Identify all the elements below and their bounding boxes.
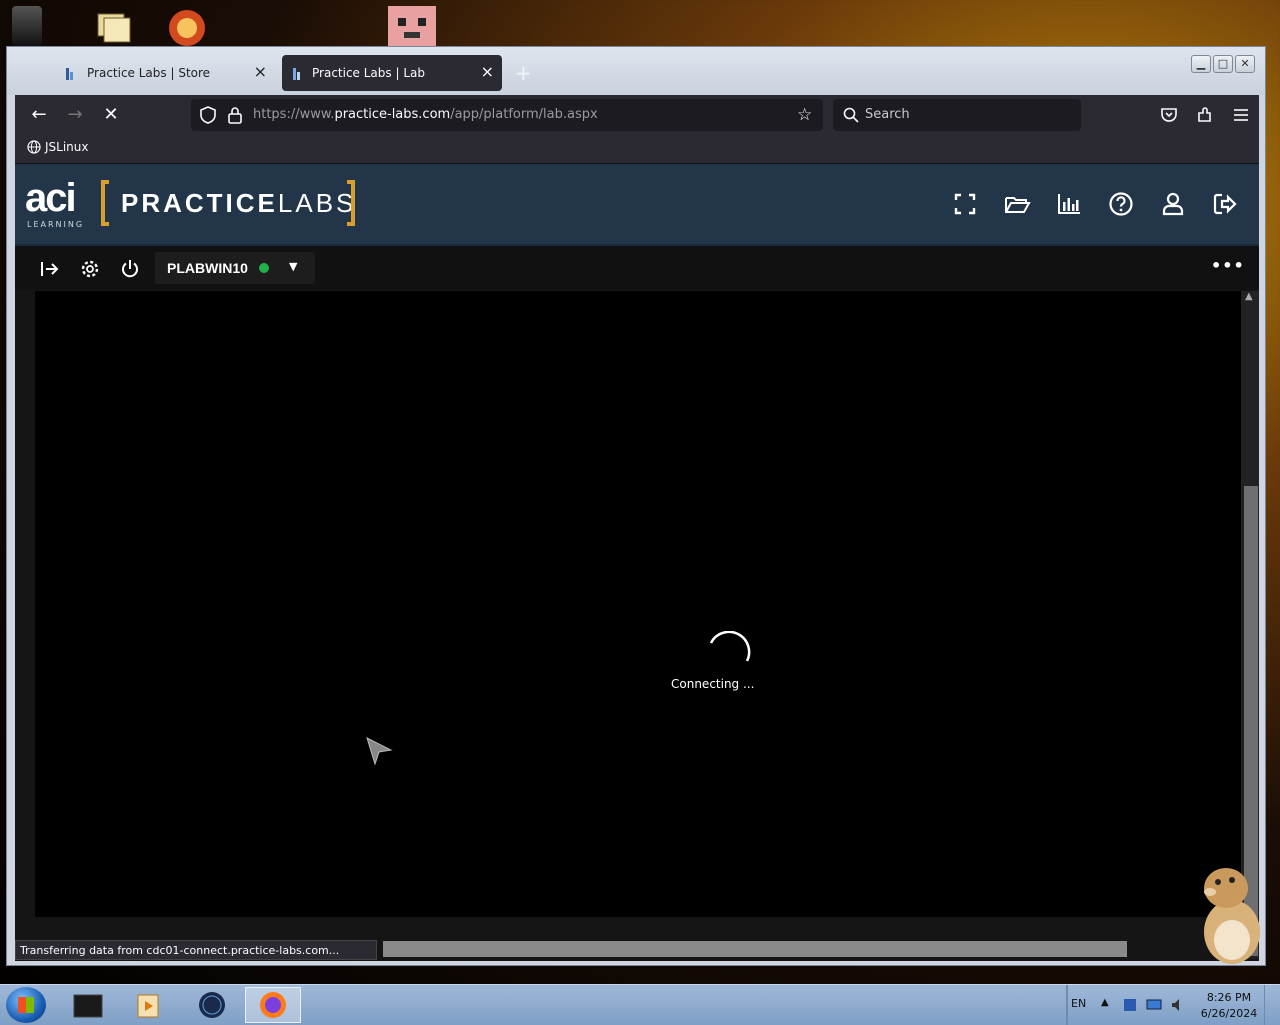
desktop-icon-app[interactable]: [165, 6, 209, 46]
logo-bracket-left: [101, 180, 109, 226]
desktop-icon-pig[interactable]: [388, 6, 436, 46]
start-button[interactable]: [6, 987, 46, 1023]
search-placeholder: Search: [865, 107, 910, 122]
tab-title: Practice Labs | Lab: [312, 66, 425, 80]
lock-icon[interactable]: [227, 106, 243, 124]
aci-logo-subtitle: LEARNING: [27, 220, 85, 229]
aci-logo: aci: [25, 176, 77, 220]
minimize-icon: ▁: [1196, 57, 1206, 70]
network-globe-icon: [199, 992, 225, 1018]
gear-icon[interactable]: [79, 258, 101, 280]
language-indicator[interactable]: EN: [1071, 997, 1086, 1010]
url-bar[interactable]: https://www.practice-labs.com/app/platfo…: [191, 99, 823, 131]
bookmark-label: JSLinux: [45, 140, 89, 154]
browser-window: Practice Labs | Store × Practice Labs | …: [6, 46, 1266, 966]
url-prefix: https://www.: [253, 107, 335, 122]
machine-status-dot: [259, 263, 269, 273]
url-path: /app/platform/lab.aspx: [450, 107, 598, 122]
chevron-down-icon: ▼: [289, 260, 298, 273]
terminal-app-icon: [73, 994, 103, 1018]
pig-mouth: [404, 32, 420, 38]
scroll-up-icon[interactable]: ▲: [1245, 291, 1253, 302]
tab-title: Practice Labs | Store: [87, 66, 211, 80]
maximize-button[interactable]: □: [1213, 55, 1233, 73]
tray-app-icon[interactable]: [1122, 997, 1138, 1013]
lab-toolbar: PLABWIN10 ▼ •••: [15, 246, 1259, 290]
close-button[interactable]: ✕: [1235, 55, 1255, 73]
tab-close-icon[interactable]: ×: [254, 63, 267, 81]
status-bar: Transferring data from cdc01-connect.pra…: [15, 940, 377, 960]
volume-icon[interactable]: [1170, 997, 1186, 1013]
practicelabs-logo: PRACTICELABS: [121, 188, 356, 219]
taskbar-app-media[interactable]: [120, 987, 176, 1023]
tab-store[interactable]: Practice Labs | Store ×: [35, 55, 275, 91]
bookmarks-bar: JSLinux: [15, 135, 1259, 164]
taskbar: EN ▲ 8:26 PM 6/26/2024: [0, 984, 1280, 1025]
maximize-icon: □: [1217, 57, 1229, 70]
desktop-icon-1[interactable]: [12, 6, 42, 46]
new-tab-icon[interactable]: +: [515, 61, 532, 85]
tab-lab[interactable]: Practice Labs | Lab ×: [282, 55, 502, 91]
back-arrow-icon[interactable]: ←: [27, 103, 51, 127]
logo-bold: PRACTICE: [121, 188, 278, 218]
close-icon: ✕: [1240, 57, 1250, 70]
more-options-icon[interactable]: •••: [1211, 256, 1245, 275]
logo-light: LABS: [277, 188, 357, 218]
folder-open-icon[interactable]: [1003, 190, 1031, 218]
page-content: aci LEARNING PRACTICELABS PLABWIN10 ▼ ••…: [15, 164, 1259, 961]
logout-icon[interactable]: [1211, 190, 1239, 218]
clock-time: 8:26 PM: [1206, 991, 1252, 1004]
loading-spinner-icon: [709, 631, 751, 662]
user-icon[interactable]: [1159, 190, 1187, 218]
minimize-button[interactable]: ▁: [1191, 55, 1211, 73]
exit-sidebar-icon[interactable]: [39, 258, 61, 280]
firefox-icon: [260, 992, 286, 1018]
network-icon[interactable]: [1146, 997, 1162, 1013]
windows-logo-icon: [18, 997, 34, 1013]
machine-name: PLABWIN10: [167, 260, 248, 276]
vertical-scrollbar[interactable]: ▲: [1241, 291, 1259, 959]
fullscreen-icon[interactable]: [951, 190, 979, 218]
power-icon[interactable]: [119, 258, 141, 280]
nav-bar: ← → ✕ https://www.practice-labs.com/app/…: [15, 95, 1259, 135]
machine-selector[interactable]: PLABWIN10 ▼: [155, 252, 315, 284]
media-player-icon: [137, 994, 159, 1018]
clock-date: 6/26/2024: [1200, 1007, 1258, 1020]
logo-bracket-right: [347, 180, 355, 226]
bar-chart-icon[interactable]: [1055, 190, 1083, 218]
url-text[interactable]: https://www.practice-labs.com/app/platfo…: [253, 107, 598, 122]
practicelabs-favicon: [66, 68, 73, 80]
taskbar-app-terminal[interactable]: [60, 987, 116, 1023]
tab-bar: Practice Labs | Store × Practice Labs | …: [7, 47, 1265, 95]
system-clock[interactable]: 8:26 PM 6/26/2024: [1200, 990, 1258, 1022]
pocket-icon[interactable]: [1159, 105, 1179, 125]
shield-icon[interactable]: [199, 105, 217, 125]
bookmark-jslinux[interactable]: JSLinux: [27, 140, 89, 154]
search-icon: [843, 107, 859, 123]
desktop-icon-folder[interactable]: [92, 6, 136, 46]
taskbar-app-firefox[interactable]: [245, 987, 301, 1023]
show-hidden-icons-icon[interactable]: ▲: [1101, 997, 1109, 1008]
practicelabs-favicon: [293, 68, 300, 80]
remote-console[interactable]: Connecting ...: [35, 291, 1241, 917]
mouse-cursor-icon: [366, 737, 393, 766]
tab-close-icon[interactable]: ×: [481, 63, 494, 81]
show-desktop-button[interactable]: [1264, 985, 1280, 1025]
bookmark-star-icon[interactable]: ☆: [797, 105, 812, 125]
url-host: practice-labs.com: [334, 107, 451, 122]
horizontal-scrollbar[interactable]: [383, 941, 1127, 957]
taskbar-app-globe[interactable]: [184, 987, 240, 1023]
connecting-message: Connecting ...: [671, 677, 755, 691]
extensions-icon[interactable]: [1195, 105, 1215, 125]
practicelabs-header: aci LEARNING PRACTICELABS: [15, 164, 1259, 246]
hamster-desktop-pet[interactable]: [1196, 862, 1264, 966]
help-icon[interactable]: [1107, 190, 1135, 218]
search-input[interactable]: Search: [833, 99, 1081, 131]
tray-separator: [1066, 985, 1068, 1025]
globe-icon: [27, 140, 41, 154]
stop-loading-icon[interactable]: ✕: [99, 103, 123, 127]
hamburger-menu-icon[interactable]: [1231, 105, 1251, 125]
forward-arrow-icon[interactable]: →: [63, 103, 87, 127]
